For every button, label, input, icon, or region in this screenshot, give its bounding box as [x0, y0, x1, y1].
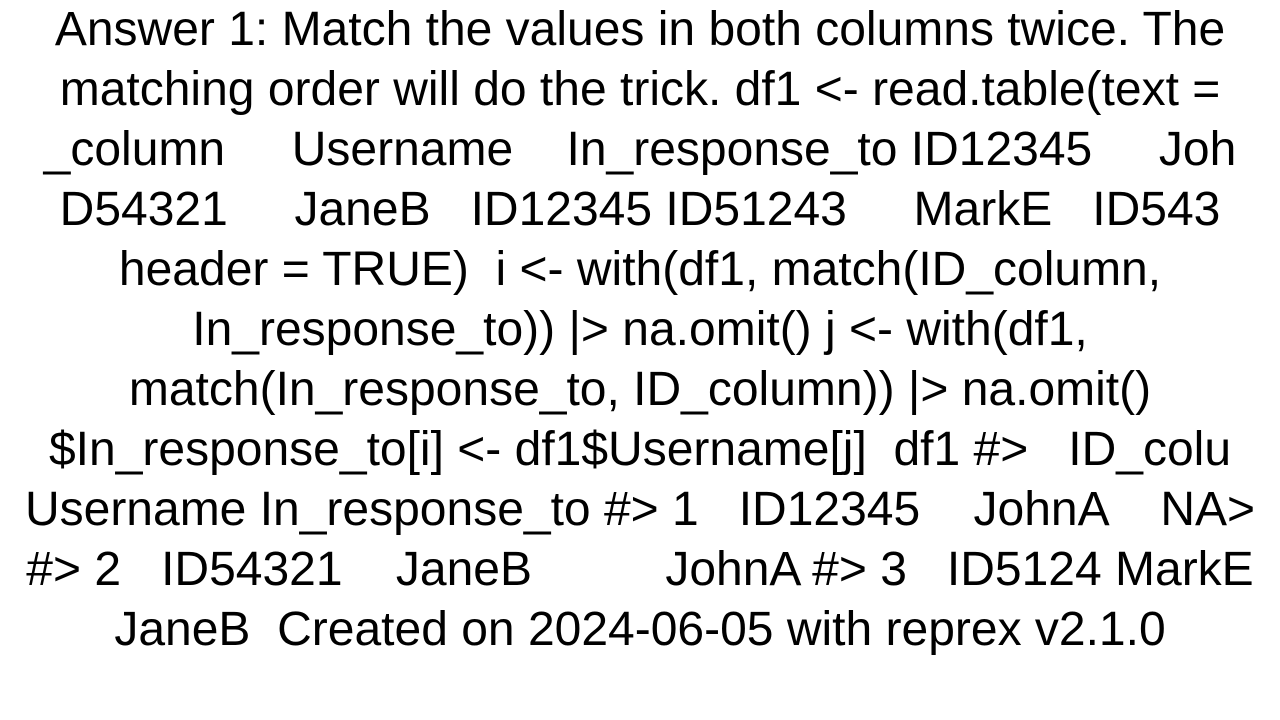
- document-text: Answer 1: Match the values in both colum…: [0, 0, 1280, 660]
